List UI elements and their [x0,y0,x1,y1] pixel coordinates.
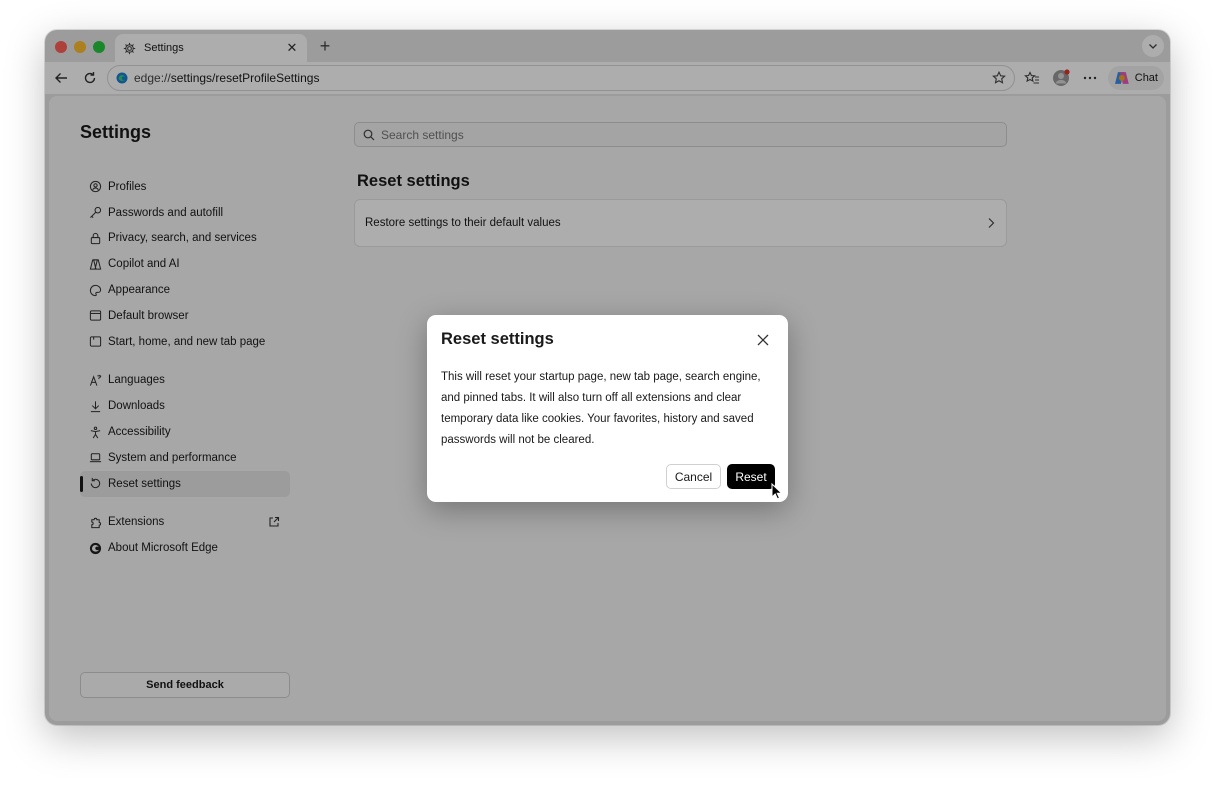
dialog-message: This will reset your startup page, new t… [441,371,761,446]
cancel-button[interactable]: Cancel [666,464,721,489]
mouse-cursor-icon [771,483,783,500]
dialog-title: Reset settings [441,330,554,348]
close-icon[interactable] [756,333,770,347]
reset-button[interactable]: Reset [727,464,775,489]
reset-settings-dialog: Reset settings This will reset your star… [427,315,788,502]
